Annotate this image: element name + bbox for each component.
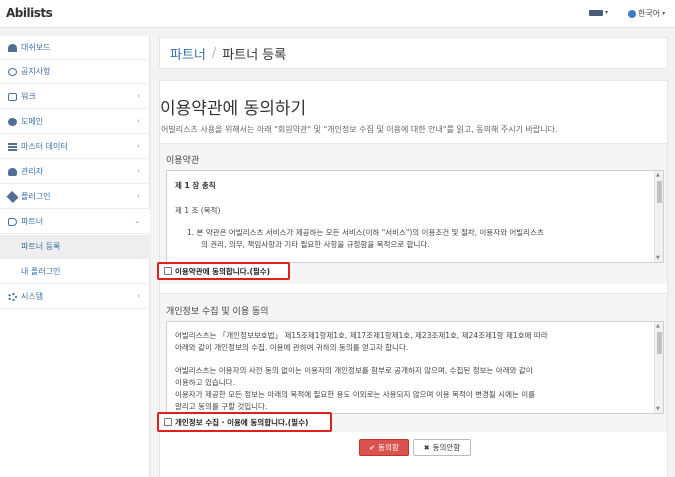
privacy-agree-checkbox-label[interactable]: 개인정보 수집 · 이용에 동의합니다.(필수) (157, 412, 332, 432)
globe-icon (8, 117, 17, 126)
chevron-down-icon: ▾ (605, 9, 609, 16)
terms-scrollbar[interactable]: ▲ ▼ (654, 171, 663, 262)
comment-icon (8, 67, 17, 76)
terms-agree-checkbox[interactable] (164, 267, 172, 275)
scroll-down-icon[interactable]: ▼ (656, 406, 660, 412)
chevron-left-icon: ‹ (137, 92, 140, 100)
chevron-left-icon: ‹ (137, 167, 140, 175)
chevron-down-icon: ⌄ (134, 217, 140, 225)
breadcrumb-separator: / (211, 45, 217, 61)
terms-text-line: 1. 본 약관은 어빌리스츠 서비스가 제공하는 모든 서비스(이하 "서비스"… (187, 228, 544, 237)
sidebar-item-label: 워크 (21, 92, 36, 101)
scroll-up-icon[interactable]: ▲ (656, 172, 660, 178)
user-icon (8, 167, 17, 176)
terms-agree-checkbox-label[interactable]: 이용약관에 동의합니다.(필수) (157, 262, 290, 280)
top-navbar: Abilists ▾ 한국어 ▾ (0, 0, 675, 28)
privacy-text-line: 어빌리스츠는 이용자의 사전 동의 없이는 이용자의 개인정보를 함부로 공개하… (175, 366, 533, 375)
dashboard-icon (8, 43, 17, 52)
sidebar-item-label: 대쉬보드 (21, 43, 51, 52)
privacy-text-line: 아래와 같이 개인정보의 수집. 이용에 관하여 귀하의 동의를 얻고자 합니다… (175, 343, 409, 352)
chevron-down-icon: ▾ (662, 10, 666, 17)
scroll-thumb[interactable] (657, 332, 662, 354)
terms-chapter: 제 1 장 총칙 (175, 181, 216, 190)
sidebar-item-system[interactable]: 시스템 ‹ (0, 285, 150, 309)
privacy-textarea[interactable]: 어빌리스츠는 「개인정보보호법」 제15조제1항제1호, 제17조제1항제1호,… (166, 321, 664, 414)
user-menu[interactable]: ▾ (589, 9, 608, 16)
chevron-left-icon: ‹ (137, 142, 140, 150)
close-icon: ✖ (423, 443, 430, 452)
scroll-thumb[interactable] (657, 181, 662, 203)
terms-article: 제 1 조 (목적) (175, 206, 221, 215)
privacy-text-line: 이용자가 제공한 모든 정보는 아래의 목적에 필요한 용도 이외로는 사용되지… (175, 390, 536, 399)
terms-section-title: 이용약관 (166, 156, 200, 166)
language-menu[interactable]: 한국어 ▾ (628, 8, 665, 19)
privacy-scrollbar[interactable]: ▲ ▼ (654, 322, 663, 413)
sidebar-item-label: 관리자 (21, 167, 44, 176)
disagree-button[interactable]: ✖ 동의안함 (413, 439, 471, 456)
sidebar-item-partner[interactable]: 파트너 ⌄ (0, 210, 150, 234)
sidebar-subitem-my-plugin[interactable]: 내 플러그인 (0, 260, 150, 284)
sidebar-item-notice[interactable]: 공지사항 (0, 60, 150, 84)
table-icon (8, 142, 17, 151)
app-logo[interactable]: Abilists (6, 6, 53, 20)
handshake-icon (8, 217, 17, 226)
terms-agree-label: 이용약관에 동의합니다.(필수) (175, 266, 271, 276)
terms-text-line: 의 권리, 의무, 책임사항과 기타 필요한 사항을 규정함을 목적으로 합니다… (201, 240, 430, 249)
sidebar-item-work[interactable]: 워크 ‹ (0, 85, 150, 109)
sidebar-item-label: 마스터 데이터 (21, 142, 68, 151)
chevron-left-icon: ‹ (137, 117, 140, 125)
privacy-text-line: 이용하고 있습니다. (175, 378, 235, 387)
sidebar: 대쉬보드 공지사항 워크 ‹ 도메인 ‹ 마스터 데이터 ‹ 관리자 ‹ 플러그… (0, 36, 150, 477)
check-icon: ✔ (369, 443, 376, 452)
scroll-down-icon[interactable]: ▼ (656, 255, 660, 261)
sidebar-item-label: 도메인 (21, 117, 44, 126)
privacy-agree-label: 개인정보 수집 · 이용에 동의합니다.(필수) (175, 417, 309, 427)
sidebar-item-master-data[interactable]: 마스터 데이터 ‹ (0, 135, 150, 159)
link-icon (8, 92, 17, 101)
sidebar-item-plugin[interactable]: 플러그인 ‹ (0, 185, 150, 209)
privacy-section-title: 개인정보 수집 및 이용 동의 (166, 307, 269, 317)
privacy-text-line: 알리고 동의를 구할 것입니다. (175, 402, 268, 411)
chevron-left-icon: ‹ (137, 292, 140, 300)
plug-icon (6, 190, 19, 203)
privacy-agree-checkbox[interactable] (164, 418, 172, 426)
privacy-text-line: 어빌리스츠는 「개인정보보호법」 제15조제1항제1호, 제17조제1항제1호,… (175, 331, 548, 340)
gear-icon (8, 292, 17, 301)
sidebar-item-admin[interactable]: 관리자 ‹ (0, 160, 150, 184)
disagree-button-label: 동의안함 (432, 443, 461, 452)
breadcrumb-current: 파트너 등록 (222, 47, 287, 63)
sidebar-item-dashboard[interactable]: 대쉬보드 (0, 36, 150, 60)
sidebar-subitem-label: 파트너 등록 (21, 242, 61, 251)
terms-textarea[interactable]: 제 1 장 총칙 제 1 조 (목적) 1. 본 약관은 어빌리스츠 서비스가 … (166, 170, 664, 263)
sidebar-item-label: 파트너 (21, 217, 44, 226)
sidebar-subitem-partner-register[interactable]: 파트너 등록 (0, 235, 150, 259)
globe-icon (628, 9, 636, 18)
agree-button[interactable]: ✔ 동의함 (359, 439, 409, 456)
agree-button-label: 동의함 (378, 443, 399, 452)
sidebar-subitem-label: 내 플러그인 (21, 267, 61, 276)
page-description: 어빌리스츠 사용을 위해서는 아래 "회원약관" 및 "개인정보 수집 및 이용… (161, 125, 558, 134)
language-label: 한국어 (638, 9, 661, 18)
page-title: 이용약관에 동의하기 (160, 99, 307, 119)
breadcrumb-parent-link[interactable]: 파트너 (170, 44, 206, 63)
sidebar-item-label: 플러그인 (21, 192, 51, 201)
user-avatar (589, 9, 603, 16)
scroll-up-icon[interactable]: ▲ (656, 323, 660, 329)
breadcrumb: 파트너 / 파트너 등록 (159, 37, 668, 69)
sidebar-item-domain[interactable]: 도메인 ‹ (0, 110, 150, 134)
chevron-left-icon: ‹ (137, 192, 140, 200)
sidebar-item-label: 시스템 (21, 292, 44, 301)
sidebar-item-label: 공지사항 (21, 67, 51, 76)
